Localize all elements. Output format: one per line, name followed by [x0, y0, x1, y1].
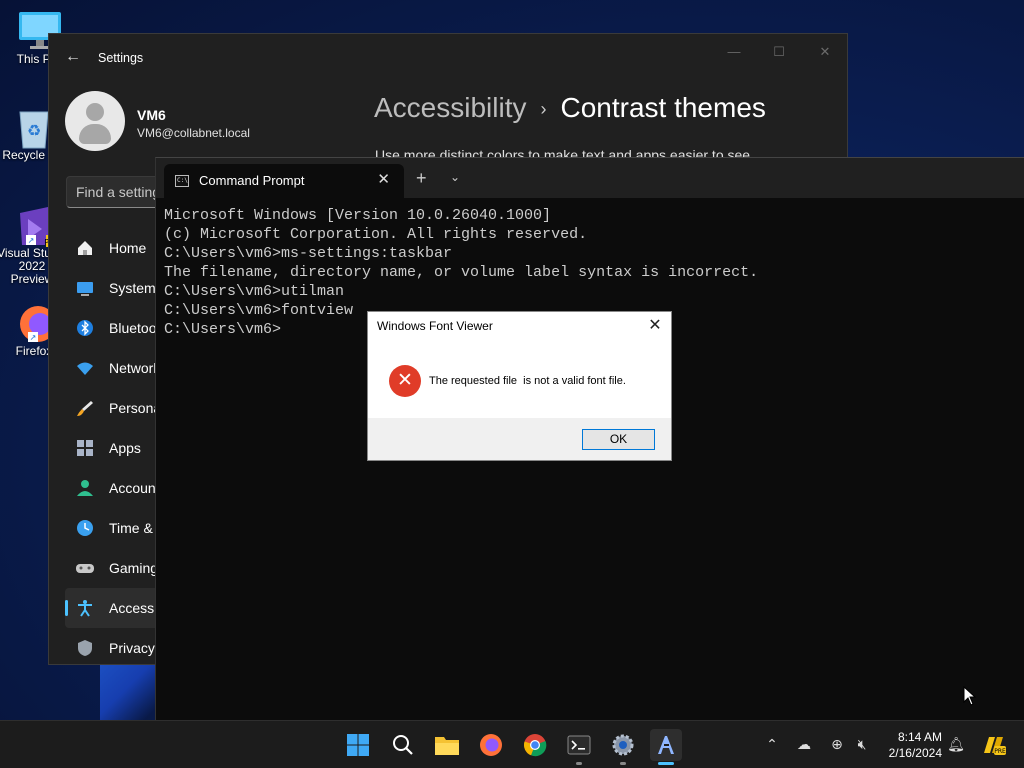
- close-icon[interactable]: ✕: [810, 42, 840, 62]
- terminal-tabbar[interactable]: C:\ Command Prompt ✕ + ⌄: [156, 158, 1024, 198]
- firefox-button[interactable]: [475, 729, 507, 761]
- user-email: VM6@collabnet.local: [137, 126, 250, 140]
- font-viewer-icon: [658, 736, 674, 754]
- console-line: C:\Users\vm6>ms-settings:taskbar: [164, 245, 453, 262]
- error-dialog: Windows Font Viewer ✕ ✕ The requested fi…: [367, 311, 672, 461]
- chrome-button[interactable]: [519, 729, 551, 761]
- system-icon: [75, 278, 95, 298]
- globe-clock-icon: [75, 518, 95, 538]
- mouse-cursor-icon: [963, 686, 977, 706]
- page-title: Contrast themes: [560, 92, 766, 123]
- console-line: C:\Users\vm6>utilman: [164, 283, 345, 300]
- settings-title: Settings: [98, 51, 144, 65]
- avatar: [65, 91, 125, 151]
- home-icon: [75, 238, 95, 258]
- font-viewer-button[interactable]: [650, 729, 682, 765]
- settings-button[interactable]: [607, 729, 639, 765]
- gamepad-icon: [75, 558, 95, 578]
- cmd-icon: C:\: [175, 175, 189, 187]
- console-line: (c) Microsoft Corporation. All rights re…: [164, 226, 588, 243]
- start-icon: [347, 734, 369, 756]
- error-icon: ✕: [389, 365, 421, 397]
- file-explorer-icon: [435, 737, 459, 755]
- nav-label: Gaming: [109, 560, 159, 576]
- clock-date: 2/16/2024: [888, 746, 942, 760]
- search-button[interactable]: [387, 729, 419, 761]
- dialog-message: The requested file is not a valid font f…: [429, 375, 626, 387]
- svg-text:↗: ↗: [30, 333, 37, 342]
- plus-icon[interactable]: +: [416, 168, 427, 189]
- tab-title: Command Prompt: [199, 173, 305, 188]
- copilot-icon: PRE: [984, 737, 1006, 755]
- nav-label: System: [109, 280, 156, 296]
- volume-muted-icon[interactable]: 🔇︎: [853, 735, 871, 753]
- network-globe-icon[interactable]: ⊕: [828, 735, 846, 753]
- settings-titlebar[interactable]: ← Settings — ☐ ✕: [49, 34, 847, 82]
- ok-button[interactable]: OK: [582, 429, 655, 450]
- breadcrumb: Accessibility › Contrast themes: [374, 92, 766, 124]
- onedrive-icon[interactable]: ☁: [795, 735, 813, 753]
- console-line: The filename, directory name, or volume …: [164, 264, 759, 281]
- bluetooth-icon: [75, 318, 95, 338]
- close-icon[interactable]: ✕: [645, 315, 665, 335]
- chevron-down-icon[interactable]: ⌄: [450, 170, 460, 184]
- copilot-button[interactable]: PRE: [977, 729, 1009, 761]
- clock[interactable]: 8:14 AM 2/16/2024: [876, 729, 942, 761]
- dialog-title: Windows Font Viewer: [377, 319, 493, 333]
- chevron-up-icon[interactable]: ⌃: [763, 735, 781, 753]
- back-arrow-icon[interactable]: ←: [65, 48, 83, 66]
- console-line: Microsoft Windows [Version 10.0.26040.10…: [164, 207, 552, 224]
- terminal-button[interactable]: [563, 729, 595, 765]
- maximize-icon[interactable]: ☐: [764, 42, 794, 62]
- chrome-icon: [524, 734, 547, 757]
- shield-icon: [75, 638, 95, 658]
- visual-studio-icon: PRE↗: [12, 205, 60, 247]
- close-icon[interactable]: ✕: [377, 170, 390, 188]
- accessibility-icon: [75, 598, 95, 618]
- nav-label: Home: [109, 240, 147, 256]
- clock-time: 8:14 AM: [897, 730, 942, 744]
- settings-icon: [612, 734, 634, 756]
- tab-command-prompt[interactable]: C:\ Command Prompt ✕: [164, 164, 404, 198]
- nav-label: Apps: [109, 440, 141, 456]
- terminal-icon: [567, 735, 591, 755]
- breadcrumb-parent[interactable]: Accessibility: [374, 92, 526, 123]
- chevron-right-icon: ›: [540, 99, 547, 120]
- svg-text:♻: ♻: [27, 121, 41, 140]
- taskbar: ⌃ ☁ ⊕ 🔇︎ 8:14 AM 2/16/2024 🔔︎ PRE: [0, 720, 1024, 768]
- dialog-footer: OK: [368, 418, 671, 460]
- account-icon: [75, 478, 95, 498]
- svg-text:↗: ↗: [28, 236, 35, 245]
- user-name: VM6: [137, 107, 166, 123]
- svg-text:PRE: PRE: [994, 748, 1006, 755]
- apps-icon: [75, 438, 95, 458]
- start-button[interactable]: [342, 729, 374, 761]
- brush-icon: [75, 398, 95, 418]
- notification-bell-icon[interactable]: 🔔︎: [947, 735, 965, 753]
- firefox-icon: [480, 734, 502, 756]
- file-explorer-button[interactable]: [431, 729, 463, 761]
- wifi-icon: [75, 358, 95, 378]
- search-icon: [393, 735, 413, 755]
- minimize-icon[interactable]: —: [719, 42, 749, 62]
